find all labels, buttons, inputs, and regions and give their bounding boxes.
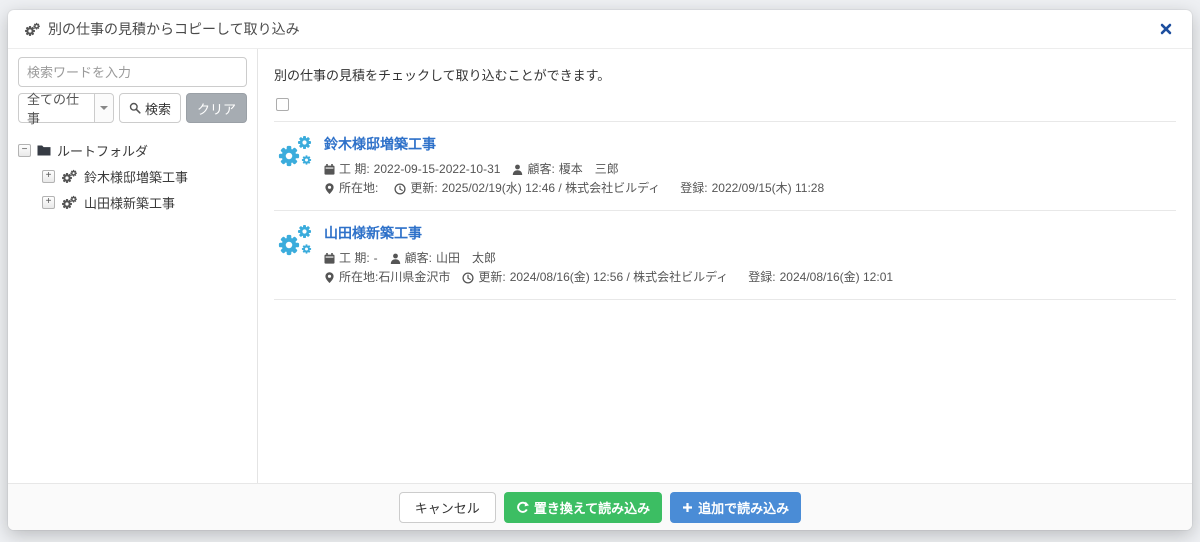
job-filter-select[interactable]: 全ての仕事 — [18, 92, 114, 126]
select-all-checkbox[interactable] — [276, 98, 289, 111]
search-button[interactable]: 検索 — [118, 93, 181, 123]
job-list: 鈴木様邸増築工事 工 期: 2022-09-15-2022-10-31 顧客: — [274, 121, 1176, 300]
tree-node-suzuki[interactable]: + 鈴木様邸増築工事 — [18, 163, 247, 189]
job-details: 鈴木様邸増築工事 工 期: 2022-09-15-2022-10-31 顧客: — [324, 134, 836, 197]
job-filter-value: 全ての仕事 — [27, 92, 80, 126]
map-pin-icon — [324, 183, 335, 194]
clock-icon — [394, 182, 406, 195]
calendar-icon — [324, 253, 335, 264]
expand-toggle-icon[interactable]: + — [42, 195, 55, 209]
dialog-footer: キャンセル 置き換えて読み込み 追加で読み込み — [8, 483, 1192, 530]
person-icon — [512, 164, 523, 175]
registered-value: 2022/09/15(木) 11:28 — [711, 181, 825, 195]
folder-icon — [37, 144, 51, 156]
copy-estimate-dialog: 別の仕事の見積からコピーして取り込み 全ての仕事 — [8, 10, 1192, 530]
plus-icon — [682, 502, 693, 513]
job-details: 山田様新築工事 工 期: - 顧客: 山田 太郎 所在地: 石川県金沢市 更新:… — [324, 223, 905, 286]
location-label: 所在地: — [339, 181, 379, 195]
tree-node-yamada[interactable]: + 山田様新築工事 — [18, 189, 247, 215]
job-title-link[interactable]: 鈴木様邸増築工事 — [324, 134, 436, 154]
customer-label: 顧客: — [527, 162, 555, 176]
map-pin-icon — [324, 272, 335, 283]
search-icon — [129, 102, 141, 114]
append-import-button[interactable]: 追加で読み込み — [670, 491, 802, 523]
registered-value: 2024/08/16(金) 12:01 — [779, 270, 894, 284]
period-label: 工 期: — [339, 162, 370, 176]
job-meta-line2: 所在地: 石川県金沢市 更新: 2024/08/16(金) 12:56 / 株式… — [324, 269, 905, 286]
cogs-icon — [278, 224, 312, 256]
job-meta-line1: 工 期: - 顧客: 山田 太郎 — [324, 250, 905, 267]
customer-value: 山田 太郎 — [436, 251, 497, 265]
calendar-icon — [324, 164, 335, 175]
cancel-button-label: キャンセル — [414, 500, 480, 516]
replace-button-label: 置き換えて読み込み — [533, 500, 651, 516]
select-caret-box — [93, 94, 113, 122]
expand-toggle-icon[interactable]: + — [42, 169, 55, 183]
append-button-label: 追加で読み込み — [698, 500, 790, 516]
list-item: 鈴木様邸増築工事 工 期: 2022-09-15-2022-10-31 顧客: — [274, 122, 1176, 211]
period-value: - — [373, 251, 378, 265]
tree-node-label: 山田様新築工事 — [84, 195, 176, 211]
estimate-list-panel: 別の仕事の見積をチェックして取り込むことができます。 鈴木様邸増築工事 工 期:… — [258, 49, 1192, 483]
location-label: 所在地: — [339, 270, 379, 284]
filter-row: 全ての仕事 検索 クリア — [18, 92, 247, 126]
job-tree-sidebar: 全ての仕事 検索 クリア — [8, 49, 258, 483]
cogs-icon — [61, 195, 78, 210]
list-item: 山田様新築工事 工 期: - 顧客: 山田 太郎 所在地: 石川県金沢市 更新:… — [274, 211, 1176, 300]
job-meta-line1: 工 期: 2022-09-15-2022-10-31 顧客: 榎本 三郎 — [324, 161, 836, 178]
collapse-toggle-icon[interactable]: − — [18, 143, 31, 157]
dialog-header: 別の仕事の見積からコピーして取り込み — [8, 10, 1192, 49]
clock-icon — [462, 271, 474, 284]
registered-label: 登録: — [680, 181, 708, 195]
refresh-icon — [516, 501, 529, 514]
clear-button-label: クリア — [196, 101, 236, 117]
updated-label: 更新: — [410, 181, 438, 195]
search-button-label: 検索 — [144, 101, 171, 117]
period-value: 2022-09-15-2022-10-31 — [373, 162, 501, 176]
cogs-icon — [24, 22, 41, 37]
job-title-link[interactable]: 山田様新築工事 — [324, 223, 422, 243]
period-label: 工 期: — [339, 251, 370, 265]
clear-button[interactable]: クリア — [185, 93, 247, 123]
cancel-button[interactable]: キャンセル — [398, 491, 496, 523]
close-icon — [1160, 23, 1172, 35]
search-input[interactable] — [18, 57, 247, 87]
tree-node-root[interactable]: − ルートフォルダ — [18, 137, 247, 163]
cogs-icon — [278, 135, 312, 167]
customer-value: 榎本 三郎 — [558, 162, 619, 176]
job-meta-line2: 所在地: 更新: 2025/02/19(水) 12:46 / 株式会社ビルディ … — [324, 180, 836, 197]
registered-label: 登録: — [748, 270, 776, 284]
location-value: 石川県金沢市 — [378, 270, 451, 284]
chevron-down-icon — [99, 106, 108, 114]
instruction-text: 別の仕事の見積をチェックして取り込むことができます。 — [274, 68, 611, 83]
folder-tree: − ルートフォルダ + 鈴木様邸増築工事 + 山田様新築工事 — [18, 137, 247, 215]
tree-node-label: 鈴木様邸増築工事 — [84, 169, 189, 185]
tree-node-label: ルートフォルダ — [57, 143, 149, 159]
dialog-title: 別の仕事の見積からコピーして取り込み — [48, 21, 300, 37]
replace-import-button[interactable]: 置き換えて読み込み — [503, 491, 663, 523]
close-button[interactable] — [1156, 19, 1176, 39]
cogs-icon — [61, 169, 78, 184]
person-icon — [390, 253, 401, 264]
updated-label: 更新: — [478, 270, 506, 284]
customer-label: 顧客: — [404, 251, 433, 265]
updated-value: 2024/08/16(金) 12:56 / 株式会社ビルディ — [509, 270, 729, 284]
updated-value: 2025/02/19(水) 12:46 / 株式会社ビルディ — [441, 181, 661, 195]
dialog-body: 全ての仕事 検索 クリア — [8, 49, 1192, 483]
